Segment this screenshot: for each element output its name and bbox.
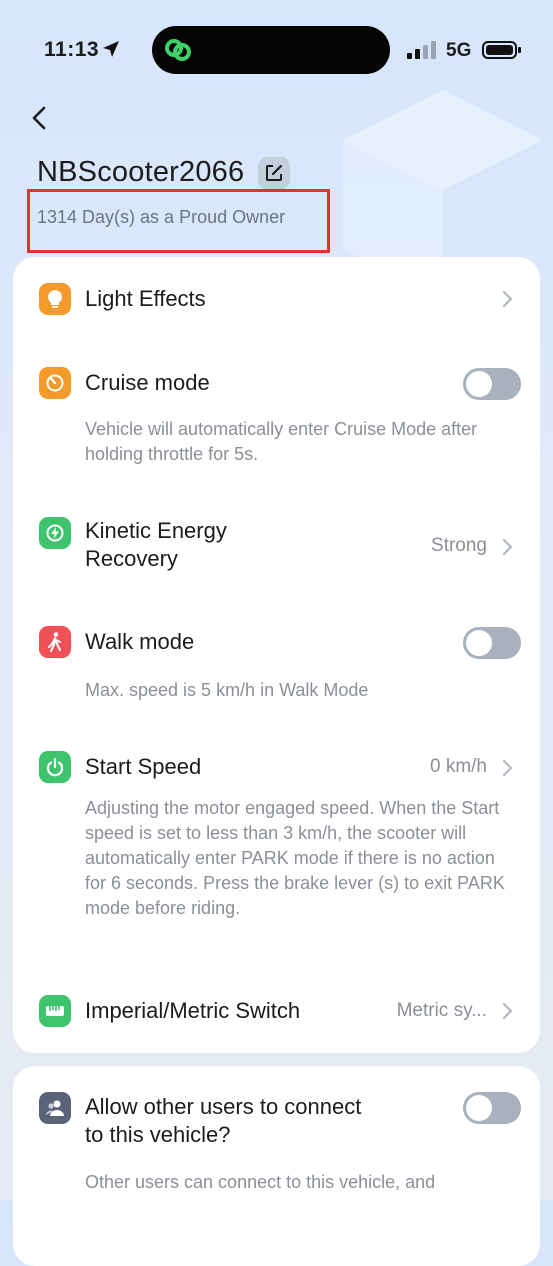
page-title: NBScooter2066 [37, 156, 245, 188]
allow-users-toggle[interactable] [463, 1092, 521, 1124]
start-speed-row[interactable]: Start Speed 0 km/h Adjusting the motor e… [13, 735, 540, 955]
network-type: 5G [446, 40, 472, 61]
start-speed-label: Start Speed [85, 754, 202, 779]
battery-icon [482, 41, 521, 59]
kinetic-energy-recovery-value: Strong [431, 535, 487, 556]
location-arrow-icon [103, 41, 119, 57]
header: NBScooter2066 [37, 156, 291, 189]
settings-card: Light Effects Cruise mode Vehicle will a… [13, 257, 540, 1053]
ruler-icon [39, 995, 71, 1027]
walk-mode-toggle[interactable] [463, 627, 521, 659]
allow-users-description: Other users can connect to this vehicle,… [85, 1172, 436, 1192]
edit-icon [266, 164, 283, 181]
status-time: 11:13 [44, 38, 100, 61]
chevron-right-icon [502, 1002, 513, 1020]
users-icon [39, 1092, 71, 1124]
owner-days-text: 1314 Day(s) as a Proud Owner [37, 207, 286, 227]
light-effects-row[interactable]: Light Effects [13, 257, 540, 341]
walk-mode-row: Walk mode Max. speed is 5 km/h in Walk M… [13, 612, 540, 712]
light-effects-label: Light Effects [85, 286, 206, 311]
chevron-right-icon [502, 290, 513, 308]
light-bulb-icon [39, 283, 71, 315]
speedometer-icon [39, 367, 71, 399]
chevron-right-icon [502, 759, 513, 777]
cruise-mode-label: Cruise mode [85, 370, 210, 395]
cruise-mode-toggle[interactable] [463, 368, 521, 400]
cellular-signal-icon [407, 41, 436, 59]
kinetic-energy-recovery-row[interactable]: Kinetic Energy Recovery Strong [13, 509, 540, 581]
energy-recovery-icon [39, 517, 71, 549]
allow-users-row: Allow other users to connect to this veh… [13, 1066, 540, 1266]
walk-mode-label: Walk mode [85, 629, 195, 654]
power-icon [39, 751, 71, 783]
imperial-metric-value: Metric sy... [396, 1000, 487, 1021]
start-speed-description: Adjusting the motor engaged speed. When … [85, 798, 505, 918]
sharing-card: Allow other users to connect to this veh… [13, 1066, 540, 1266]
allow-users-label: Allow other users to connect to this veh… [85, 1094, 362, 1147]
walking-person-icon [39, 626, 71, 658]
kinetic-energy-recovery-label: Kinetic Energy Recovery [85, 518, 227, 571]
cruise-mode-description: Vehicle will automatically enter Cruise … [85, 419, 478, 464]
cruise-mode-row: Cruise mode Vehicle will automatically e… [13, 353, 540, 483]
imperial-metric-label: Imperial/Metric Switch [85, 998, 301, 1023]
link-icon [165, 39, 191, 61]
chevron-right-icon [502, 538, 513, 556]
imperial-metric-row[interactable]: Imperial/Metric Switch Metric sy... [13, 981, 540, 1041]
status-bar: 11:13 5G [0, 0, 553, 100]
back-chevron-icon[interactable] [28, 104, 52, 132]
walk-mode-description: Max. speed is 5 km/h in Walk Mode [85, 680, 369, 700]
start-speed-value: 0 km/h [429, 756, 487, 777]
edit-name-button[interactable] [258, 156, 291, 189]
